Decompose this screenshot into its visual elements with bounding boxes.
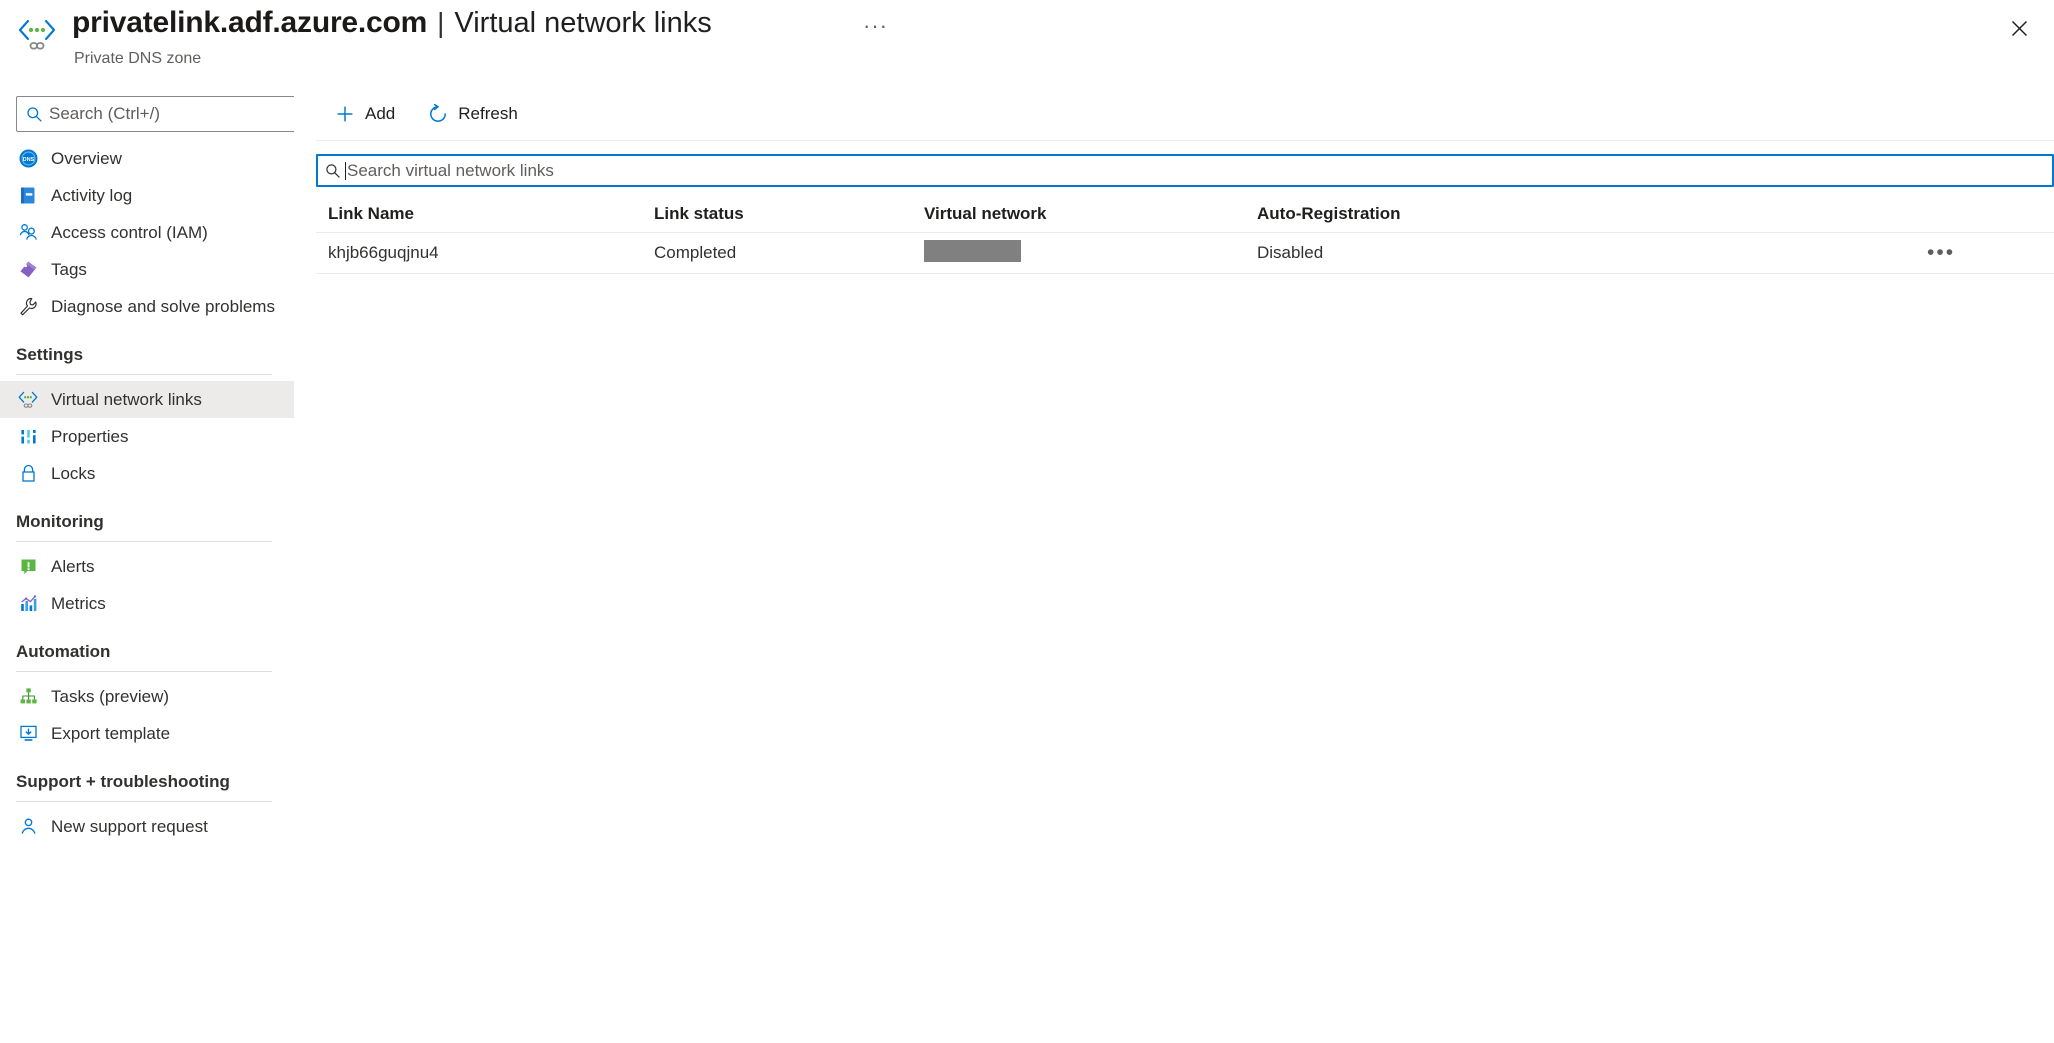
sidebar-item-label: Tags	[51, 259, 87, 279]
sidebar-section-monitoring: Monitoring	[0, 512, 294, 542]
sidebar-search-row: Search (Ctrl+/) «	[0, 96, 363, 136]
filter-search-input[interactable]: Search virtual network links	[316, 154, 2054, 187]
dns-overview-icon: DNS	[16, 147, 40, 171]
section-divider	[16, 541, 272, 542]
azure-portal-blade: privatelink.adf.azure.com | Virtual netw…	[0, 0, 2054, 1043]
sidebar-item-label: New support request	[51, 816, 208, 836]
resource-type-subtitle: Private DNS zone	[74, 50, 202, 67]
column-header-auto-registration[interactable]: Auto-Registration	[1257, 204, 1917, 224]
sidebar-section-automation: Automation	[0, 642, 294, 672]
export-template-icon	[16, 722, 40, 746]
resource-name: privatelink.adf.azure.com	[72, 6, 428, 39]
column-header-link-name[interactable]: Link Name	[316, 204, 654, 224]
sidebar-section-title: Automation	[16, 642, 111, 661]
redacted-value	[924, 239, 1021, 262]
column-header-virtual-network[interactable]: Virtual network	[924, 204, 1257, 224]
blade-header: privatelink.adf.azure.com | Virtual netw…	[0, 0, 2054, 88]
sidebar-item-new-support-request[interactable]: New support request	[0, 808, 294, 845]
close-blade-button[interactable]	[2002, 12, 2036, 44]
sidebar-item-activity-log[interactable]: Activity log	[0, 177, 294, 214]
add-button-label: Add	[365, 104, 396, 123]
sidebar-item-label: Virtual network links	[51, 389, 202, 409]
add-button[interactable]: Add	[322, 96, 407, 132]
sidebar-item-label: Activity log	[51, 185, 133, 205]
cell-link-status: Completed	[654, 243, 737, 262]
title-separator: |	[437, 7, 445, 38]
refresh-button[interactable]: Refresh	[415, 96, 530, 132]
search-icon	[325, 163, 341, 179]
wrench-icon	[16, 295, 40, 319]
cell-link-name[interactable]: khjb66guqjnu4	[316, 243, 654, 263]
sidebar-item-label: Locks	[51, 463, 96, 483]
filter-placeholder: Search virtual network links	[347, 160, 554, 180]
section-divider	[16, 801, 272, 802]
private-dns-zone-icon	[16, 14, 58, 56]
properties-bars-icon	[16, 425, 40, 449]
text-cursor	[345, 161, 346, 180]
lock-icon	[16, 462, 40, 486]
search-icon	[26, 106, 43, 123]
sidebar-item-tags[interactable]: Tags	[0, 251, 294, 288]
close-icon	[2011, 20, 2027, 36]
activity-log-icon	[16, 184, 40, 208]
row-context-menu-button[interactable]: •••	[1921, 241, 1961, 265]
alerts-icon	[16, 555, 40, 579]
refresh-icon	[427, 103, 449, 125]
cell-virtual-network	[924, 239, 1257, 267]
sidebar-item-locks[interactable]: Locks	[0, 455, 294, 492]
header-more-menu-button[interactable]: ···	[855, 10, 896, 42]
sidebar-section-title: Monitoring	[16, 512, 104, 531]
sidebar-section-settings: Settings	[0, 345, 294, 375]
command-bar-divider	[316, 140, 2054, 141]
support-person-icon	[16, 815, 40, 839]
sidebar-item-virtual-network-links[interactable]: Virtual network links	[0, 381, 294, 418]
sidebar-item-alerts[interactable]: Alerts	[0, 548, 294, 585]
sidebar-item-label: Metrics	[51, 593, 106, 613]
tasks-hierarchy-icon	[16, 685, 40, 709]
svg-text:DNS: DNS	[22, 157, 34, 163]
table-row[interactable]: khjb66guqjnu4 Completed Disabled •••	[316, 233, 2054, 273]
sidebar-section-title: Settings	[16, 345, 84, 364]
plus-icon	[334, 103, 356, 125]
access-control-users-icon	[16, 221, 40, 245]
refresh-button-label: Refresh	[458, 104, 518, 123]
section-divider	[16, 374, 272, 375]
command-bar: Add Refresh	[294, 88, 538, 140]
sidebar-search-input[interactable]: Search (Ctrl+/)	[16, 96, 306, 132]
sidebar-item-overview[interactable]: DNS Overview	[0, 140, 294, 177]
tags-icon	[16, 258, 40, 282]
section-divider	[16, 671, 272, 672]
sidebar-item-label: Alerts	[51, 556, 95, 576]
cell-auto-registration: Disabled	[1257, 243, 1324, 262]
table-row-divider	[316, 273, 2054, 274]
sidebar-item-label: Tasks (preview)	[51, 686, 170, 706]
sidebar-item-export-template[interactable]: Export template	[0, 715, 294, 752]
blade-name: Virtual network links	[454, 6, 712, 39]
sidebar-item-label: Export template	[51, 723, 171, 743]
table-header-row: Link Name Link status Virtual network Au…	[316, 196, 2054, 232]
filter-container: Search virtual network links	[316, 154, 2054, 187]
sidebar-section-title: Support + troubleshooting	[16, 772, 230, 791]
sidebar-item-label: Properties	[51, 426, 129, 446]
metrics-chart-icon	[16, 592, 40, 616]
sidebar-item-metrics[interactable]: Metrics	[0, 585, 294, 622]
row-actions: •••	[1917, 241, 2037, 265]
virtual-network-link-icon	[16, 388, 40, 412]
sidebar-item-label: Diagnose and solve problems	[51, 296, 275, 316]
sidebar-item-access-control[interactable]: Access control (IAM)	[0, 214, 294, 251]
sidebar-item-label: Access control (IAM)	[51, 222, 208, 242]
sidebar-item-tasks-preview[interactable]: Tasks (preview)	[0, 678, 294, 715]
sidebar-item-label: Overview	[51, 148, 122, 168]
blade-sidebar: Search (Ctrl+/) « DNS Overview	[0, 88, 363, 1043]
sidebar-nav-list: DNS Overview Activity log Access control…	[0, 140, 294, 845]
sidebar-item-properties[interactable]: Properties	[0, 418, 294, 455]
virtual-network-links-table: Link Name Link status Virtual network Au…	[316, 196, 2054, 274]
sidebar-search-placeholder: Search (Ctrl+/)	[49, 104, 160, 123]
sidebar-section-support-troubleshooting: Support + troubleshooting	[0, 772, 294, 802]
sidebar-item-diagnose-and-solve-problems[interactable]: Diagnose and solve problems	[0, 288, 294, 325]
page-title: privatelink.adf.azure.com | Virtual netw…	[72, 6, 712, 40]
blade-content: Add Refresh Search virtual network links…	[294, 88, 2054, 1043]
column-header-link-status[interactable]: Link status	[654, 204, 924, 224]
